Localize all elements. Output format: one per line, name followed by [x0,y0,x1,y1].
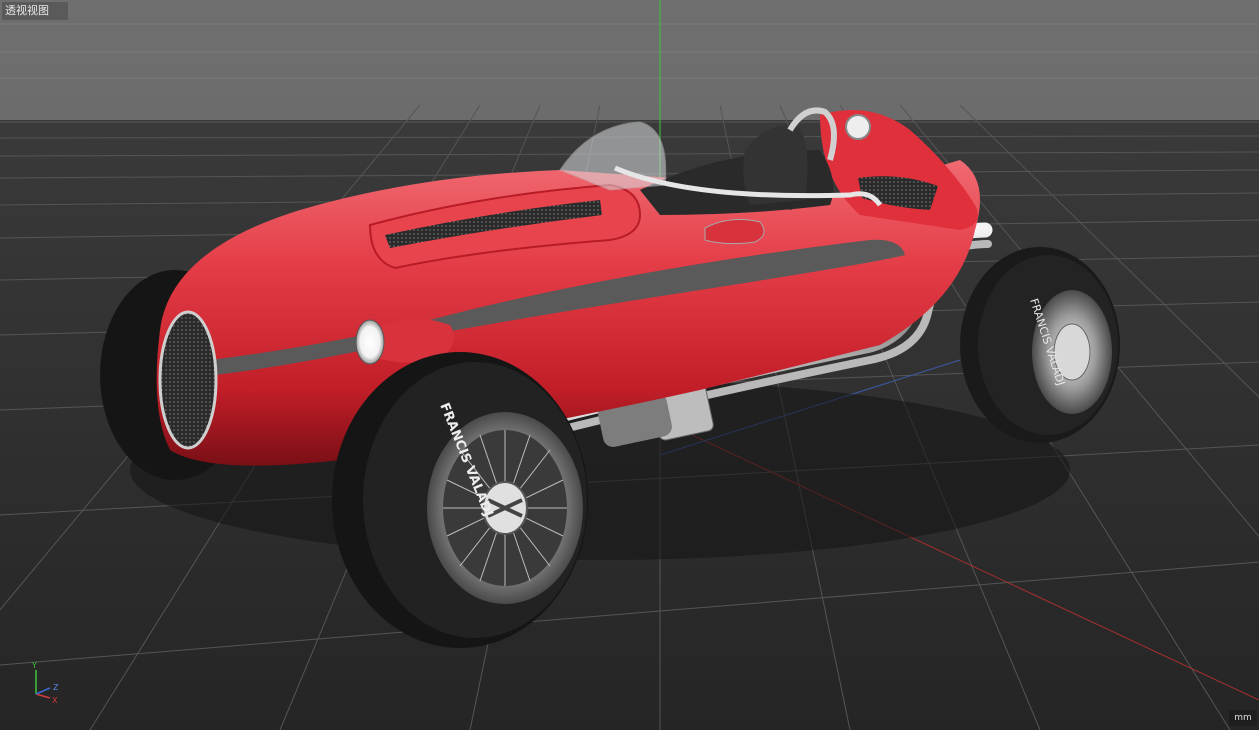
gizmo-y-label: Y [31,661,37,670]
front-grille [158,310,218,450]
gizmo-z-axis [35,687,51,695]
headlight [355,319,385,365]
viewport-scene[interactable]: FRANCIS VALADJ FRANCIS VALADJ [0,0,1259,730]
gauge [845,114,871,140]
gizmo-x-axis [35,693,51,699]
gizmo-x-label: X [52,696,58,705]
rear-right-wheel: FRANCIS VALADJ [960,247,1120,443]
view-label[interactable]: 透视视图 [2,2,68,20]
gizmo-z-label: Z [53,683,59,692]
axis-gizmo: Y Z X [31,661,59,705]
front-left-wheel: FRANCIS VALADJ [332,352,588,648]
unit-badge[interactable]: mm [1229,710,1257,726]
3d-viewport[interactable]: FRANCIS VALADJ FRANCIS VALADJ 透视视图 Y Z X… [0,0,1259,730]
